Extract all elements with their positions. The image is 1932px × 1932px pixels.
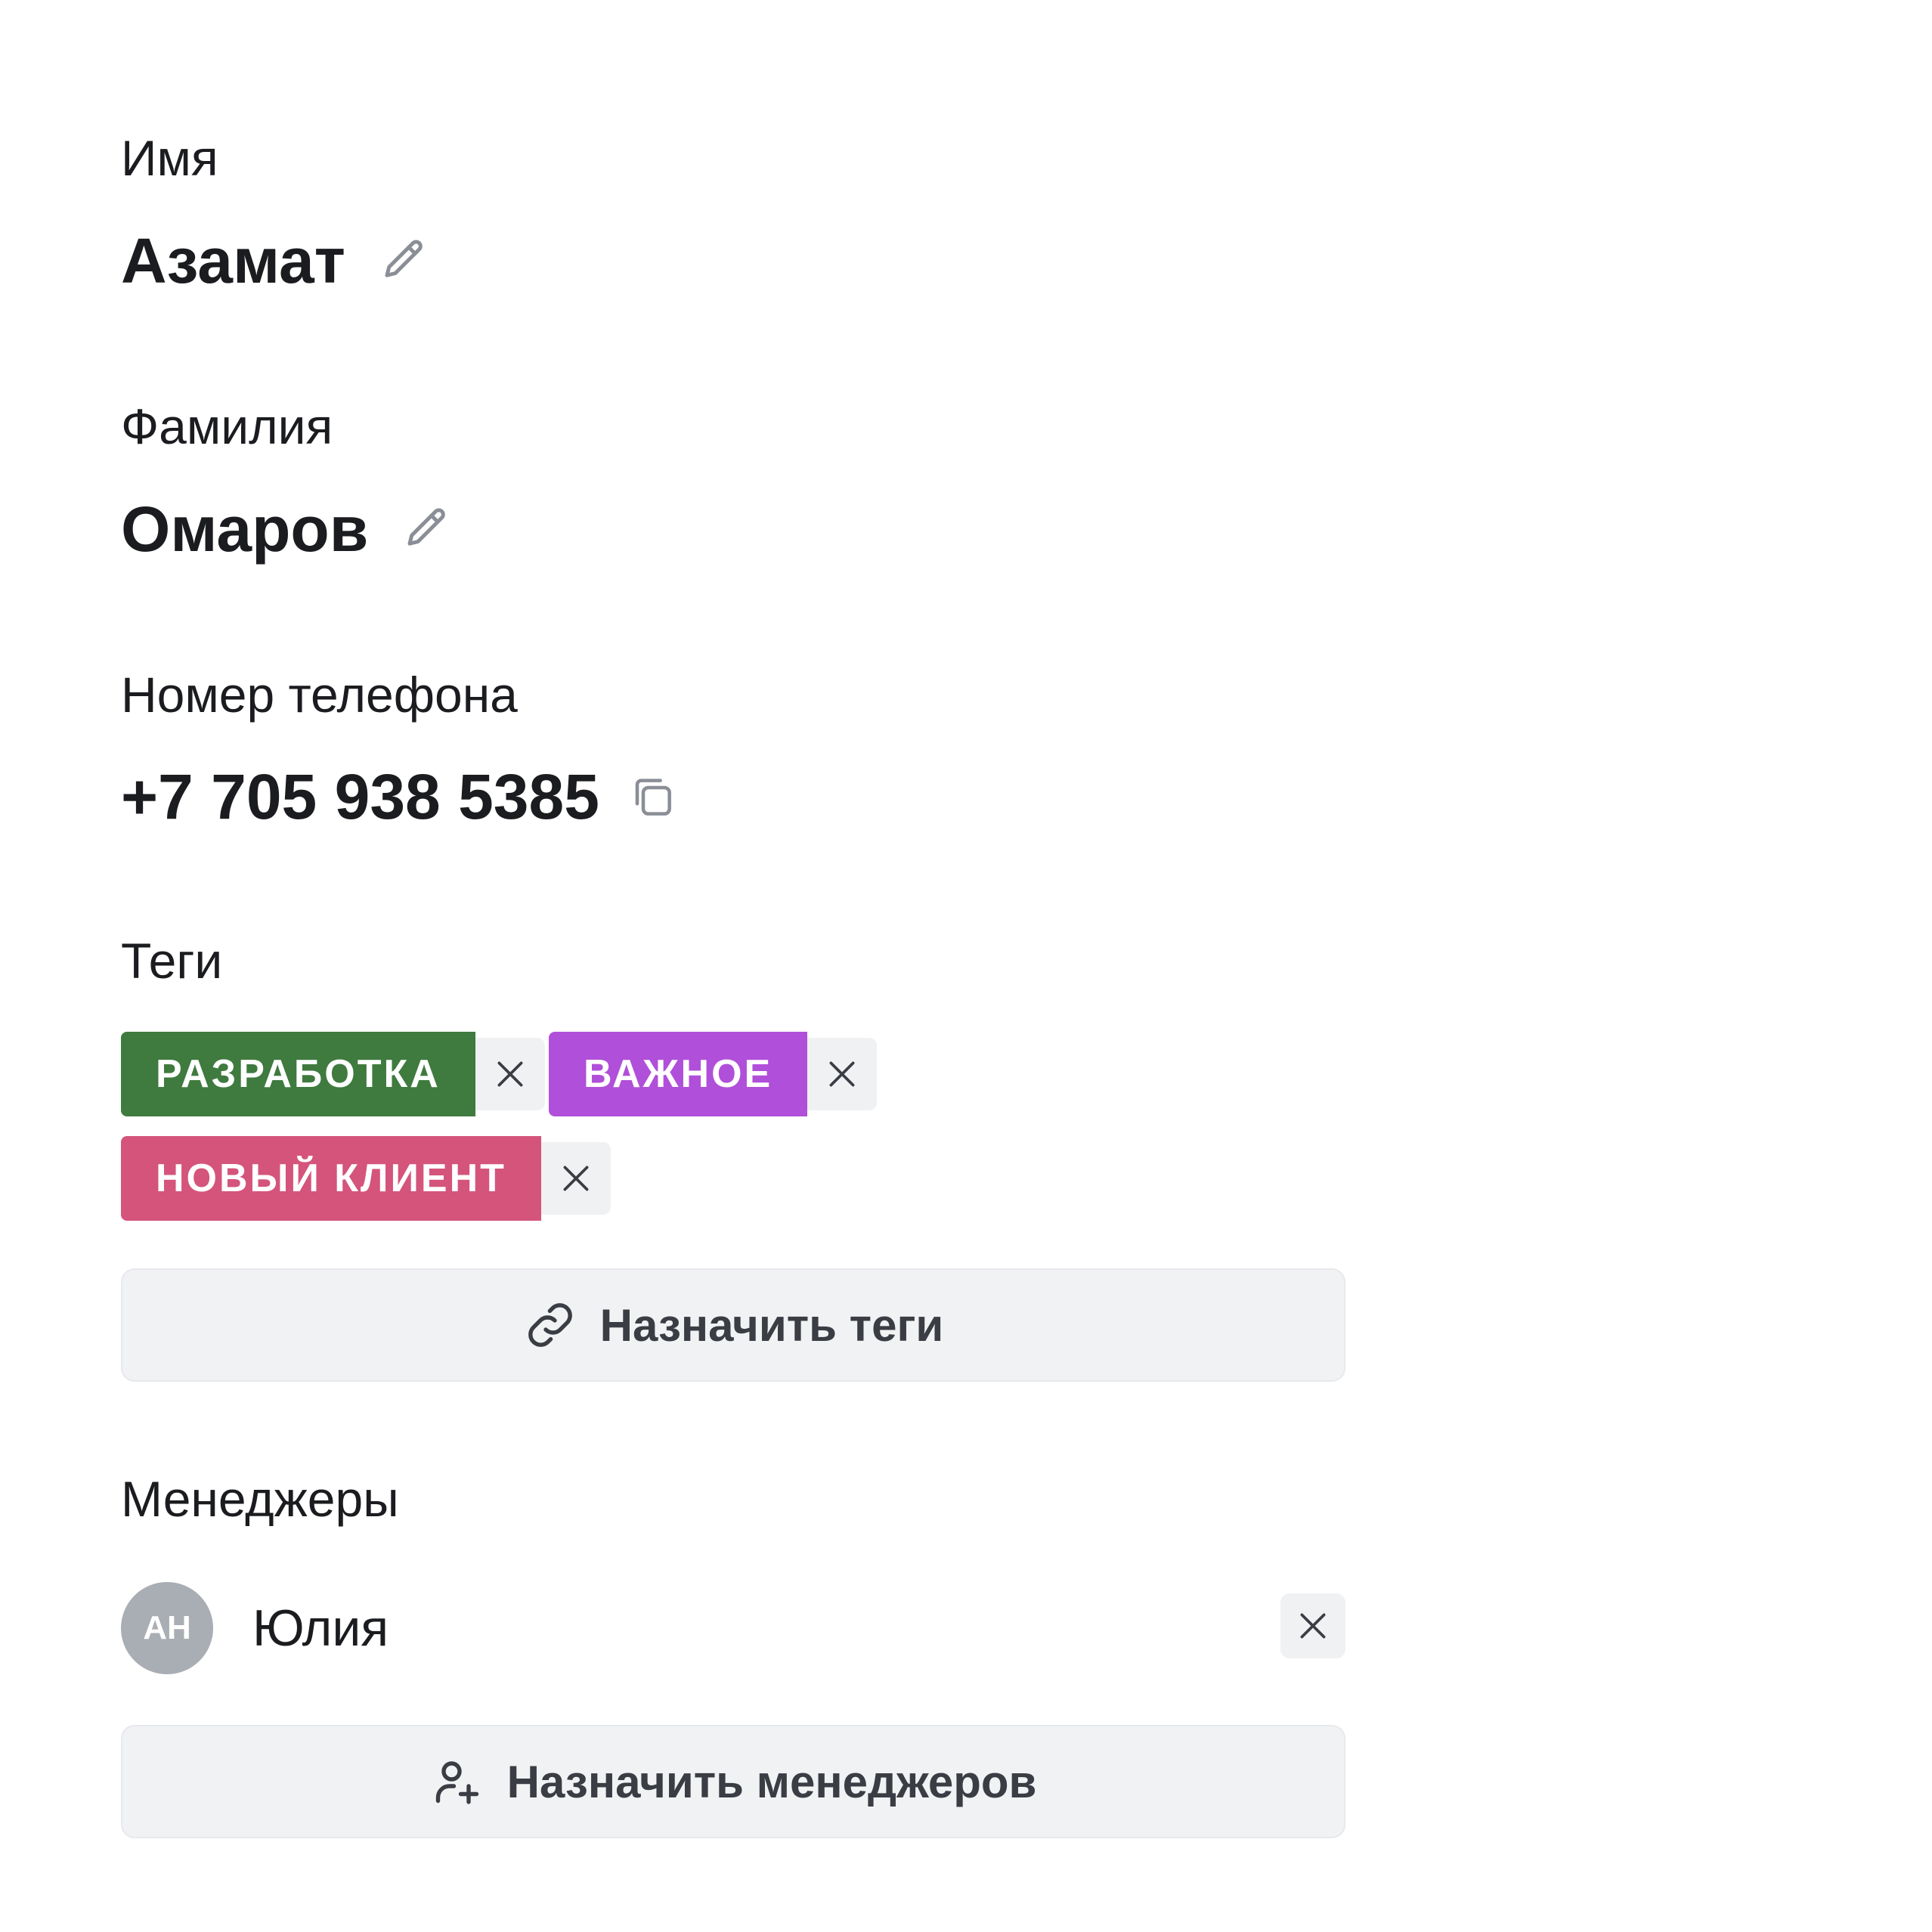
close-icon [1300, 1613, 1326, 1639]
edit-first-name-button[interactable] [379, 236, 429, 286]
close-icon [563, 1166, 589, 1191]
assign-managers-label: Назначить менеджеров [506, 1756, 1037, 1807]
edit-last-name-button[interactable] [401, 504, 451, 554]
remove-manager-button[interactable] [1280, 1593, 1345, 1658]
assign-managers-button[interactable]: Назначить менеджеров [121, 1725, 1345, 1838]
remove-tag-button[interactable] [475, 1038, 545, 1110]
avatar: АН [121, 1582, 213, 1674]
close-icon [497, 1061, 523, 1087]
tag-item: РАЗРАБОТКА [121, 1032, 545, 1116]
manager-row: АН Юлия [121, 1581, 1345, 1675]
managers-label: Менеджеры [121, 1471, 399, 1527]
tag-item: ВАЖНОЕ [549, 1032, 878, 1116]
phone-field: +7 705 938 5385 [121, 765, 677, 828]
pencil-icon [385, 240, 423, 277]
close-icon [829, 1061, 855, 1087]
last-name-value: Омаров [121, 494, 369, 565]
add-user-icon [435, 1761, 478, 1804]
first-name-label: Имя [121, 130, 218, 186]
tag-label[interactable]: РАЗРАБОТКА [121, 1032, 475, 1116]
assign-tags-button[interactable]: Назначить теги [121, 1268, 1345, 1382]
last-name-label: Фамилия [121, 398, 333, 454]
first-name-value: Азамат [121, 225, 345, 296]
phone-label: Номер телефона [121, 667, 518, 723]
link-icon [528, 1303, 572, 1347]
first-name-field: Азамат [121, 229, 429, 293]
remove-tag-button[interactable] [807, 1038, 878, 1110]
copy-icon [635, 779, 671, 816]
manager-name: Юлия [252, 1599, 389, 1657]
pencil-icon [407, 508, 446, 546]
phone-value[interactable]: +7 705 938 5385 [121, 765, 599, 828]
tags-label: Теги [121, 933, 223, 989]
tag-label[interactable]: НОВЫЙ КЛИЕНТ [121, 1136, 541, 1221]
tag-label[interactable]: ВАЖНОЕ [549, 1032, 808, 1116]
assign-tags-label: Назначить теги [599, 1299, 944, 1351]
copy-phone-button[interactable] [628, 772, 677, 821]
last-name-field: Омаров [121, 497, 451, 561]
tag-item: НОВЫЙ КЛИЕНТ [121, 1136, 611, 1221]
remove-tag-button[interactable] [540, 1142, 611, 1215]
